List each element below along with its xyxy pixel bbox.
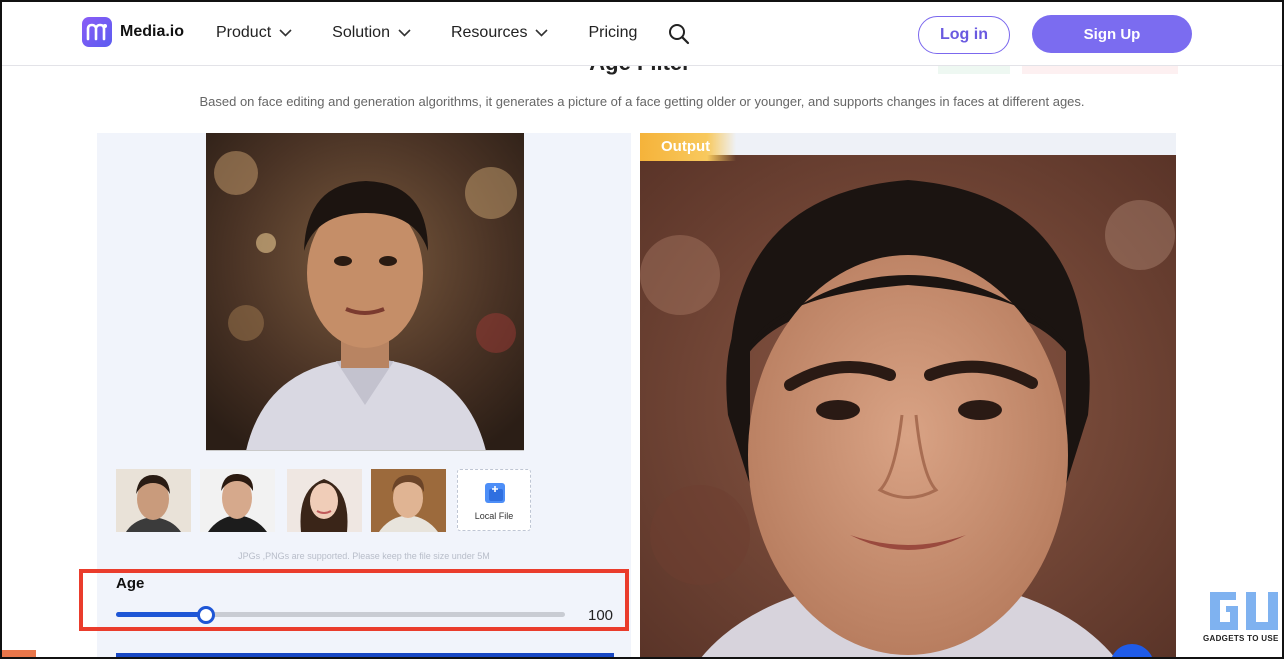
chevron-down-icon — [535, 29, 549, 37]
age-slider-fill — [116, 612, 206, 617]
signup-button[interactable]: Sign Up — [1032, 15, 1192, 53]
brand-logo[interactable]: Media.io — [82, 17, 184, 47]
sample-face-3[interactable] — [287, 469, 362, 532]
sample-face-2[interactable] — [200, 469, 275, 532]
watermark-text: GADGETS TO USE — [1203, 634, 1279, 643]
nav-resources-label: Resources — [450, 24, 528, 41]
page-subtitle: Based on face editing and generation alg… — [199, 94, 1085, 109]
sample-face-4[interactable] — [371, 469, 446, 532]
sample-face-1[interactable] — [116, 469, 191, 532]
brand-name: Media.io — [120, 23, 185, 40]
nav-resources[interactable]: Resources — [450, 24, 549, 42]
age-max-value: 100 — [588, 607, 614, 624]
nav-pricing[interactable]: Pricing — [588, 24, 637, 42]
site-header: Media.io Product Solution Resources Pric… — [2, 2, 1282, 66]
nav-solution-label: Solution — [332, 24, 390, 41]
chevron-down-icon — [398, 29, 411, 37]
age-slider[interactable] — [116, 606, 565, 624]
nav-pricing-label: Pricing — [588, 24, 638, 41]
feedback-tab[interactable] — [0, 650, 36, 659]
chevron-down-icon — [279, 29, 292, 37]
age-label: Age — [116, 575, 145, 592]
nav-product-label: Product — [216, 24, 272, 41]
age-slider-handle[interactable] — [196, 606, 215, 624]
nav-solution[interactable]: Solution — [332, 24, 411, 42]
nav-product[interactable]: Product — [216, 24, 292, 42]
generate-button[interactable] — [116, 653, 614, 659]
age-highlight-box — [79, 569, 629, 631]
search-icon[interactable] — [668, 23, 690, 45]
main-nav: Product Solution Resources Pricing — [216, 24, 677, 42]
media-io-logo-icon — [82, 17, 112, 47]
output-photo — [640, 155, 1176, 659]
login-button[interactable]: Log in — [918, 16, 1010, 54]
upload-image-icon — [485, 483, 505, 503]
output-tag: Output — [640, 133, 736, 161]
local-file-button[interactable]: Local File — [457, 469, 531, 531]
file-hint: JPGs ,PNGs are supported. Please keep th… — [238, 551, 490, 561]
local-file-label: Local File — [474, 511, 514, 521]
input-photo — [206, 133, 524, 451]
